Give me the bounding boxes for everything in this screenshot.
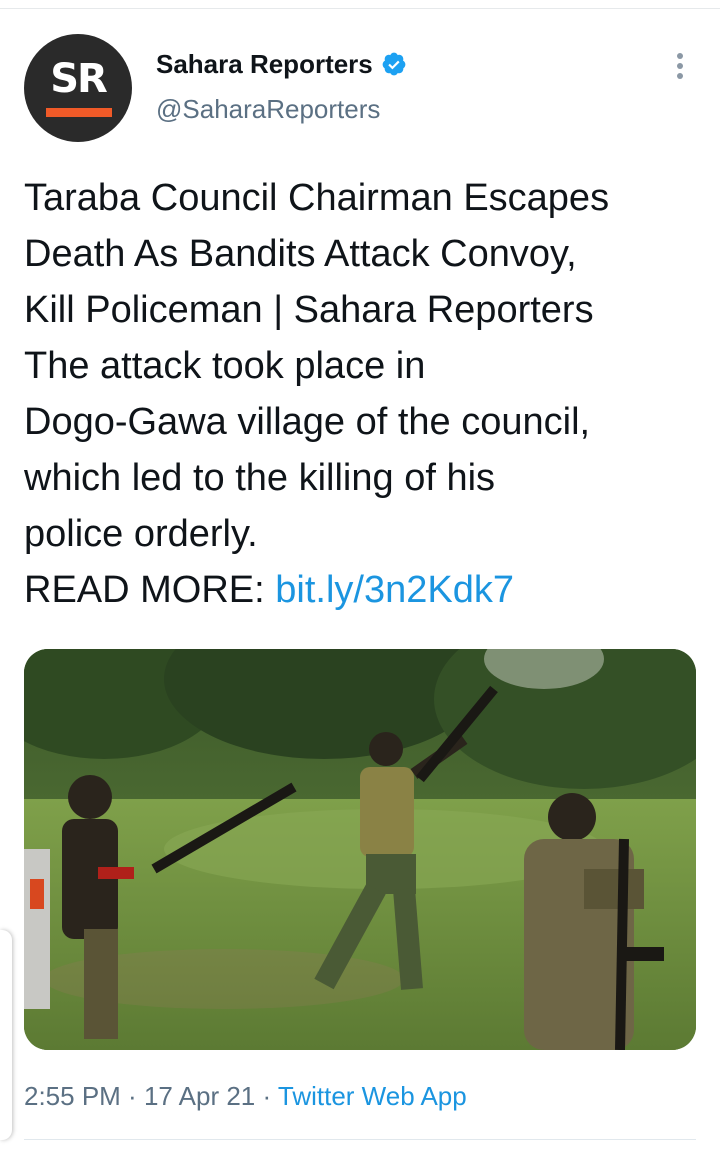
meta-separator: · xyxy=(120,1081,144,1111)
tweet-date[interactable]: 17 Apr 21 xyxy=(144,1081,255,1111)
author-name-row[interactable]: Sahara Reporters xyxy=(156,44,407,84)
tweet-text-line: Taraba Council Chairman Escapes xyxy=(24,177,610,219)
tweet-text-line: Death As Bandits Attack Convoy, xyxy=(24,233,577,275)
tweet-text-line: which led to the killing of his xyxy=(24,457,496,499)
verified-badge-icon xyxy=(381,51,407,77)
tweet-text-line: Dogo-Gawa village of the council, xyxy=(24,401,591,443)
avatar[interactable]: SR xyxy=(24,34,132,142)
edge-overlay-tab xyxy=(0,930,12,1140)
tweet-text-line: The attack took place in xyxy=(24,345,426,387)
author-handle[interactable]: @SaharaReporters xyxy=(156,94,380,125)
more-vertical-icon[interactable] xyxy=(664,48,696,88)
meta-separator: · xyxy=(255,1081,278,1111)
author-display-name[interactable]: Sahara Reporters xyxy=(156,49,373,80)
tweet-text-line: police orderly. xyxy=(24,513,258,555)
tweet-meta: 2:55 PM · 17 Apr 21 · Twitter Web App xyxy=(24,1072,467,1120)
article-link[interactable]: bit.ly/3n2Kdk7 xyxy=(275,569,514,611)
tweet-text: Taraba Council Chairman Escapes Death As… xyxy=(24,170,704,618)
avatar-logo-text: SR xyxy=(50,56,108,102)
read-more-label: READ MORE: xyxy=(24,569,276,611)
tweet-time[interactable]: 2:55 PM xyxy=(24,1081,121,1111)
read-more-line: READ MORE: bit.ly/3n2Kdk7 xyxy=(24,562,704,618)
bottom-divider xyxy=(24,1139,696,1140)
tweet-photo[interactable] xyxy=(24,649,696,1050)
avatar-logo-bar xyxy=(46,108,112,117)
tweet-text-line: Kill Policeman | Sahara Reporters xyxy=(24,289,594,331)
top-divider xyxy=(0,8,720,9)
tweet-source[interactable]: Twitter Web App xyxy=(278,1081,467,1111)
photo-illustration xyxy=(24,649,696,1050)
